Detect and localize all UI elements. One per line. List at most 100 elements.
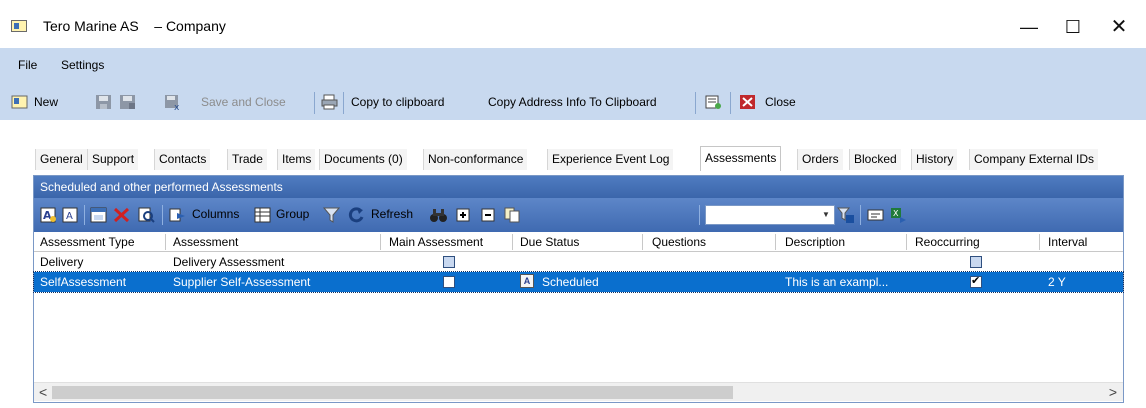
calendar-icon[interactable] bbox=[90, 207, 107, 223]
column-header-assessment-type[interactable]: Assessment Type bbox=[40, 235, 135, 249]
save-and-close-button[interactable]: Save and Close bbox=[201, 95, 286, 109]
copy-address-info-button[interactable]: Copy Address Info To Clipboard bbox=[488, 95, 657, 109]
column-header-due-status[interactable]: Due Status bbox=[520, 235, 579, 249]
close-x-icon[interactable] bbox=[739, 94, 756, 110]
menu-bar: File Settings bbox=[0, 48, 1146, 86]
column-header-assessment[interactable]: Assessment bbox=[173, 235, 238, 249]
filter-icon[interactable] bbox=[323, 207, 340, 223]
column-divider[interactable] bbox=[1039, 234, 1040, 250]
main-assessment-checkbox[interactable] bbox=[443, 276, 455, 288]
cell-assessment-type: SelfAssessment bbox=[40, 275, 127, 289]
preview-icon[interactable] bbox=[138, 207, 155, 223]
chevron-down-icon[interactable]: ▼ bbox=[820, 209, 832, 221]
column-header-reoccurring[interactable]: Reoccurring bbox=[915, 235, 980, 249]
tab-history[interactable]: History bbox=[911, 149, 958, 170]
close-button[interactable]: Close bbox=[765, 95, 796, 109]
layout-combo[interactable]: ▼ bbox=[705, 205, 835, 225]
cell-assessment: Delivery Assessment bbox=[173, 255, 285, 269]
table-row[interactable]: Delivery Delivery Assessment bbox=[34, 252, 1123, 272]
main-toolbar: New x Save and Close Copy to clipboard C… bbox=[0, 86, 1146, 120]
tab-support[interactable]: Support bbox=[87, 149, 139, 170]
scrollbar-thumb[interactable] bbox=[52, 386, 733, 399]
toolbar-separator bbox=[730, 92, 731, 114]
refresh-icon[interactable] bbox=[348, 207, 365, 223]
notes-icon[interactable] bbox=[705, 94, 722, 110]
tab-experience-event-log[interactable]: Experience Event Log bbox=[547, 149, 674, 170]
delete-icon[interactable] bbox=[113, 207, 130, 223]
grid-column-headers: Assessment Type Assessment Main Assessme… bbox=[34, 232, 1123, 252]
tab-orders[interactable]: Orders bbox=[797, 149, 843, 170]
cell-assessment: Supplier Self-Assessment bbox=[173, 275, 311, 289]
column-header-interval[interactable]: Interval bbox=[1048, 235, 1087, 249]
columns-icon[interactable] bbox=[169, 207, 186, 223]
copy-icon[interactable] bbox=[504, 207, 521, 223]
save-close-icon[interactable]: x bbox=[164, 94, 181, 110]
column-header-main-assessment[interactable]: Main Assessment bbox=[389, 235, 483, 249]
cell-interval: 2 Y bbox=[1048, 275, 1066, 289]
grid-toolbar-separator bbox=[699, 205, 700, 225]
column-divider[interactable] bbox=[380, 234, 381, 250]
tab-assessments[interactable]: Assessments bbox=[700, 146, 782, 171]
reoccurring-checkbox[interactable] bbox=[970, 256, 982, 268]
client-area: General Support Contacts Trade Items Doc… bbox=[0, 120, 1146, 408]
scheduled-status-icon: A bbox=[520, 274, 534, 288]
new-record-icon bbox=[11, 95, 28, 109]
excel-export-icon[interactable]: X bbox=[890, 207, 907, 223]
menu-file[interactable]: File bbox=[18, 58, 37, 72]
grid-toolbar-separator bbox=[84, 205, 85, 225]
card-icon[interactable] bbox=[867, 207, 884, 223]
grid-toolbar: A A Columns Group Refresh ▼ X bbox=[34, 198, 1123, 232]
window-title: Tero Marine AS – Company bbox=[43, 18, 226, 34]
column-divider[interactable] bbox=[512, 234, 513, 250]
expand-all-icon[interactable] bbox=[455, 207, 472, 223]
tab-documents[interactable]: Documents (0) bbox=[319, 149, 407, 170]
column-divider[interactable] bbox=[642, 234, 643, 250]
column-header-description[interactable]: Description bbox=[785, 235, 845, 249]
panel-header: Scheduled and other performed Assessment… bbox=[34, 176, 1123, 198]
binoculars-icon[interactable] bbox=[430, 207, 447, 223]
tab-trade[interactable]: Trade bbox=[227, 149, 267, 170]
svg-text:A: A bbox=[66, 211, 73, 222]
grid-toolbar-separator bbox=[860, 205, 861, 225]
tab-items[interactable]: Items bbox=[277, 149, 316, 170]
cell-assessment-type: Delivery bbox=[40, 255, 84, 269]
save-as-icon[interactable] bbox=[119, 94, 136, 110]
filter-save-icon[interactable] bbox=[837, 207, 854, 223]
print-icon[interactable] bbox=[321, 94, 338, 110]
cell-description: This is an exampl... bbox=[785, 275, 889, 289]
scroll-right-icon[interactable]: > bbox=[1109, 384, 1117, 400]
group-icon[interactable] bbox=[254, 207, 271, 223]
save-icon[interactable] bbox=[95, 94, 112, 110]
group-button[interactable]: Group bbox=[276, 207, 309, 221]
app-icon bbox=[11, 20, 27, 32]
assessments-panel: Scheduled and other performed Assessment… bbox=[33, 175, 1124, 403]
column-divider[interactable] bbox=[775, 234, 776, 250]
reoccurring-checkbox[interactable] bbox=[970, 274, 982, 288]
copy-to-clipboard-button[interactable]: Copy to clipboard bbox=[351, 95, 444, 109]
toolbar-separator bbox=[695, 92, 696, 114]
column-header-questions[interactable]: Questions bbox=[652, 235, 706, 249]
grid-toolbar-separator bbox=[162, 205, 163, 225]
tab-company-external-ids[interactable]: Company External IDs bbox=[969, 149, 1099, 170]
add-assessment-icon[interactable]: A bbox=[40, 207, 57, 223]
cell-due-status: Scheduled bbox=[542, 275, 599, 289]
minimize-button[interactable]: — bbox=[1006, 10, 1052, 44]
refresh-button[interactable]: Refresh bbox=[371, 207, 413, 221]
tab-non-conformance[interactable]: Non-conformance bbox=[423, 149, 528, 170]
maximize-button[interactable]: ☐ bbox=[1050, 10, 1096, 44]
column-divider[interactable] bbox=[906, 234, 907, 250]
column-divider[interactable] bbox=[165, 234, 166, 250]
new-button[interactable]: New bbox=[34, 95, 58, 109]
table-row-selected[interactable]: SelfAssessment Supplier Self-Assessment … bbox=[33, 271, 1124, 293]
main-assessment-checkbox[interactable] bbox=[443, 256, 455, 268]
tab-contacts[interactable]: Contacts bbox=[154, 149, 211, 170]
window-close-button[interactable]: ✕ bbox=[1096, 10, 1142, 44]
columns-button[interactable]: Columns bbox=[192, 207, 239, 221]
edit-assessment-icon[interactable]: A bbox=[62, 207, 79, 223]
collapse-all-icon[interactable] bbox=[480, 207, 497, 223]
tab-general[interactable]: General bbox=[35, 149, 87, 170]
tab-blocked[interactable]: Blocked bbox=[849, 149, 901, 170]
menu-settings[interactable]: Settings bbox=[61, 58, 104, 72]
scroll-left-icon[interactable]: < bbox=[39, 384, 47, 400]
horizontal-scrollbar[interactable]: < > bbox=[34, 382, 1123, 401]
